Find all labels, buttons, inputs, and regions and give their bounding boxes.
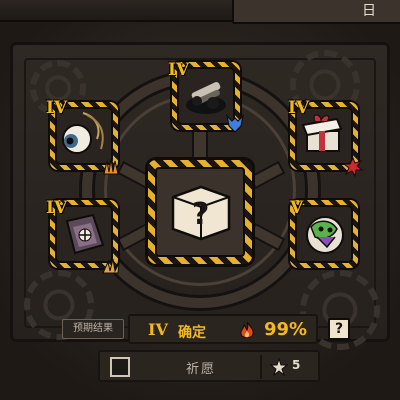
slot-inner [295,205,353,263]
star-icon [270,358,288,376]
fire-icon [240,321,254,339]
result-slot[interactable]: ? [148,160,252,264]
tier-label: IV [288,98,310,118]
expected-result-tag: 预期结果 [62,319,124,339]
title-plate: 日 [232,0,400,24]
red-splat-icon [342,156,364,178]
result-bar: IV 确定 99% [128,314,318,344]
divider [260,355,262,379]
blue-demon-icon [226,114,244,133]
wish-count: 5 [292,358,301,372]
result-percent: 99% [264,319,308,340]
result-tier: IV [148,320,168,339]
wish-bar: 祈愿 5 [98,350,320,382]
orange-claw-icon [103,158,119,175]
wish-checkbox[interactable] [110,357,130,377]
tier-label: IV [46,198,68,218]
tier-label: IV [168,60,190,80]
mystery-symbol: ? [192,197,210,232]
title-fragment: 日 [362,3,378,19]
green-creature-icon [306,216,344,254]
tier-label: IV [46,98,68,118]
wish-label: 祈愿 [186,362,217,377]
connector-rod [192,130,208,162]
help-button[interactable]: ? [328,318,350,340]
tier-label: V [290,198,304,218]
result-slot-inner: ? [155,167,245,257]
result-label: 确定 [178,325,206,341]
synthesis-screen: 日 IV IV IV IV V ? 预期结果 IV 确定 99% ? 祈愿 5 [0,0,400,400]
claw-scratch-icon [102,258,120,274]
